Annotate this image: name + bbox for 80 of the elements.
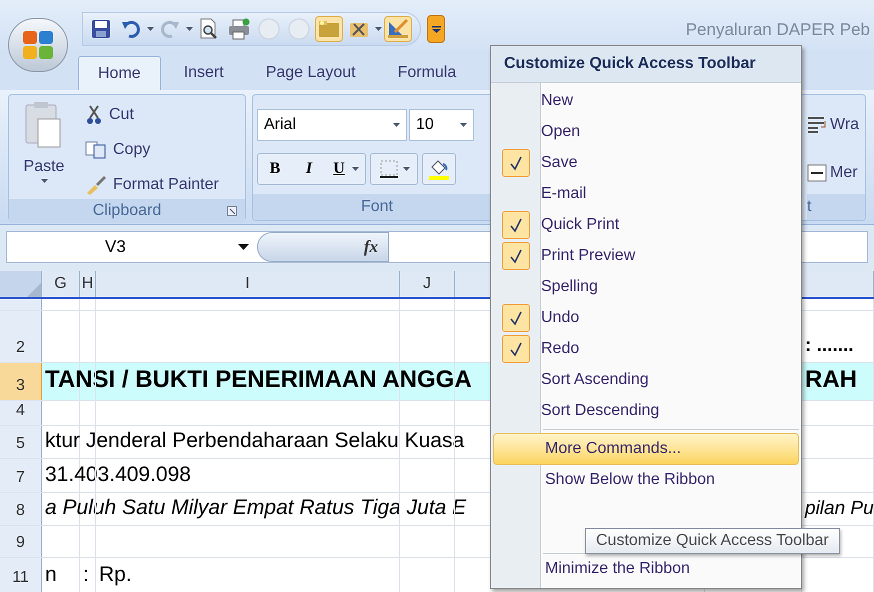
menu-item[interactable]: Quick Print [491,209,801,240]
paintbrush-icon [85,175,107,195]
cell-text: pilan Pu [804,496,874,520]
menu-title: Customize Quick Access Toolbar [504,54,756,74]
borders-icon [378,159,398,179]
caret-icon [147,27,154,31]
caret-icon [460,123,467,127]
caret-icon [186,27,193,31]
underline-button[interactable]: U [326,157,352,181]
column-header[interactable]: G [54,272,67,296]
column-header[interactable]: J [423,272,431,296]
ribbon-tab[interactable]: Formula [378,56,476,90]
menu-item[interactable]: Open [491,116,801,147]
menu-item[interactable]: Undo [491,302,801,333]
menu-item[interactable]: New [491,85,801,116]
scissors-icon [85,105,103,125]
cell-text: RAH [804,365,857,395]
row-header[interactable]: 2 [0,311,42,362]
caret-icon [40,179,48,183]
menu-item[interactable]: Redo [491,333,801,364]
row-header[interactable]: 8 [0,493,42,525]
menu-item[interactable]: Sort Ascending [491,364,801,395]
paint-bucket-icon [428,158,450,180]
caret-icon [402,167,410,171]
cell-text: n [44,562,57,588]
menu-item[interactable]: More Commands... [493,433,799,465]
cell-text: 31.403.409.098 [44,462,191,488]
group-label: Font [360,197,393,217]
italic-button[interactable]: I [292,157,326,181]
cell-text: Rp. [98,562,132,588]
column-header[interactable]: H [82,272,94,296]
bold-button[interactable]: B [258,157,292,181]
fill-color-button[interactable] [422,153,456,185]
menu-item[interactable]: Save [491,147,801,178]
cell-text: : ....... [804,334,854,358]
caret-icon [352,167,359,171]
merge-button[interactable]: Mer [807,161,865,185]
row-header[interactable]: 11 [0,558,42,592]
ribbon-tab[interactable]: Page Layout [246,56,375,90]
menu-item[interactable]: Spelling [491,271,801,302]
caret-icon [375,27,382,31]
insert-function-button[interactable]: fx [257,232,389,262]
merge-cells-icon [807,164,827,182]
cell-text: : [82,562,89,588]
group-label: t [807,197,812,217]
caret-icon [432,26,440,32]
office-logo-icon [21,29,55,61]
row-header[interactable]: 5 [0,426,42,458]
ribbon-tab[interactable]: Home [78,56,161,90]
row-header[interactable]: 9 [0,526,42,557]
column-header[interactable]: I [245,272,250,296]
borders-button[interactable] [370,153,418,185]
font-size-field[interactable]: 10 [409,109,474,141]
copy-icon [85,141,107,159]
caret-icon [393,123,400,127]
row-header[interactable]: 4 [0,401,42,425]
cut-button[interactable]: Cut [85,101,219,129]
group-label: Clipboard [92,201,162,221]
cell-text: ktur Jenderal Perbendaharaan Selaku Kuasa [44,428,464,454]
dialog-launcher-icon[interactable] [227,206,237,216]
paste-button[interactable]: Paste [9,101,79,199]
copy-button[interactable]: Copy [85,136,219,164]
format-painter-button[interactable]: Format Painter [85,171,219,199]
font-name-field[interactable]: Arial [257,109,407,141]
window-title: Penyaluran DAPER Peb [686,19,871,42]
cell-text: TANSI / BUKTI PENERIMAAN ANGGA [44,365,472,395]
customize-dropdown-button[interactable] [427,15,445,43]
tooltip: Customize Quick Access Toolbar [585,528,840,554]
wrap-text-icon [807,116,827,134]
menu-item[interactable]: Sort Descending [491,395,801,426]
menu-item[interactable]: Show Below the Ribbon [493,465,799,495]
caret-icon [238,244,249,250]
menu-item[interactable]: E-mail [491,178,801,209]
wrap-text-button[interactable]: Wra [807,113,865,137]
menu-item[interactable]: Print Preview [491,240,801,271]
menu-item[interactable]: Minimize the Ribbon [493,554,799,584]
name-box[interactable]: V3 [7,232,257,262]
ribbon-tab[interactable]: Insert [164,56,243,90]
row-header[interactable]: 3 [0,363,42,400]
row-header[interactable]: 7 [0,459,42,492]
